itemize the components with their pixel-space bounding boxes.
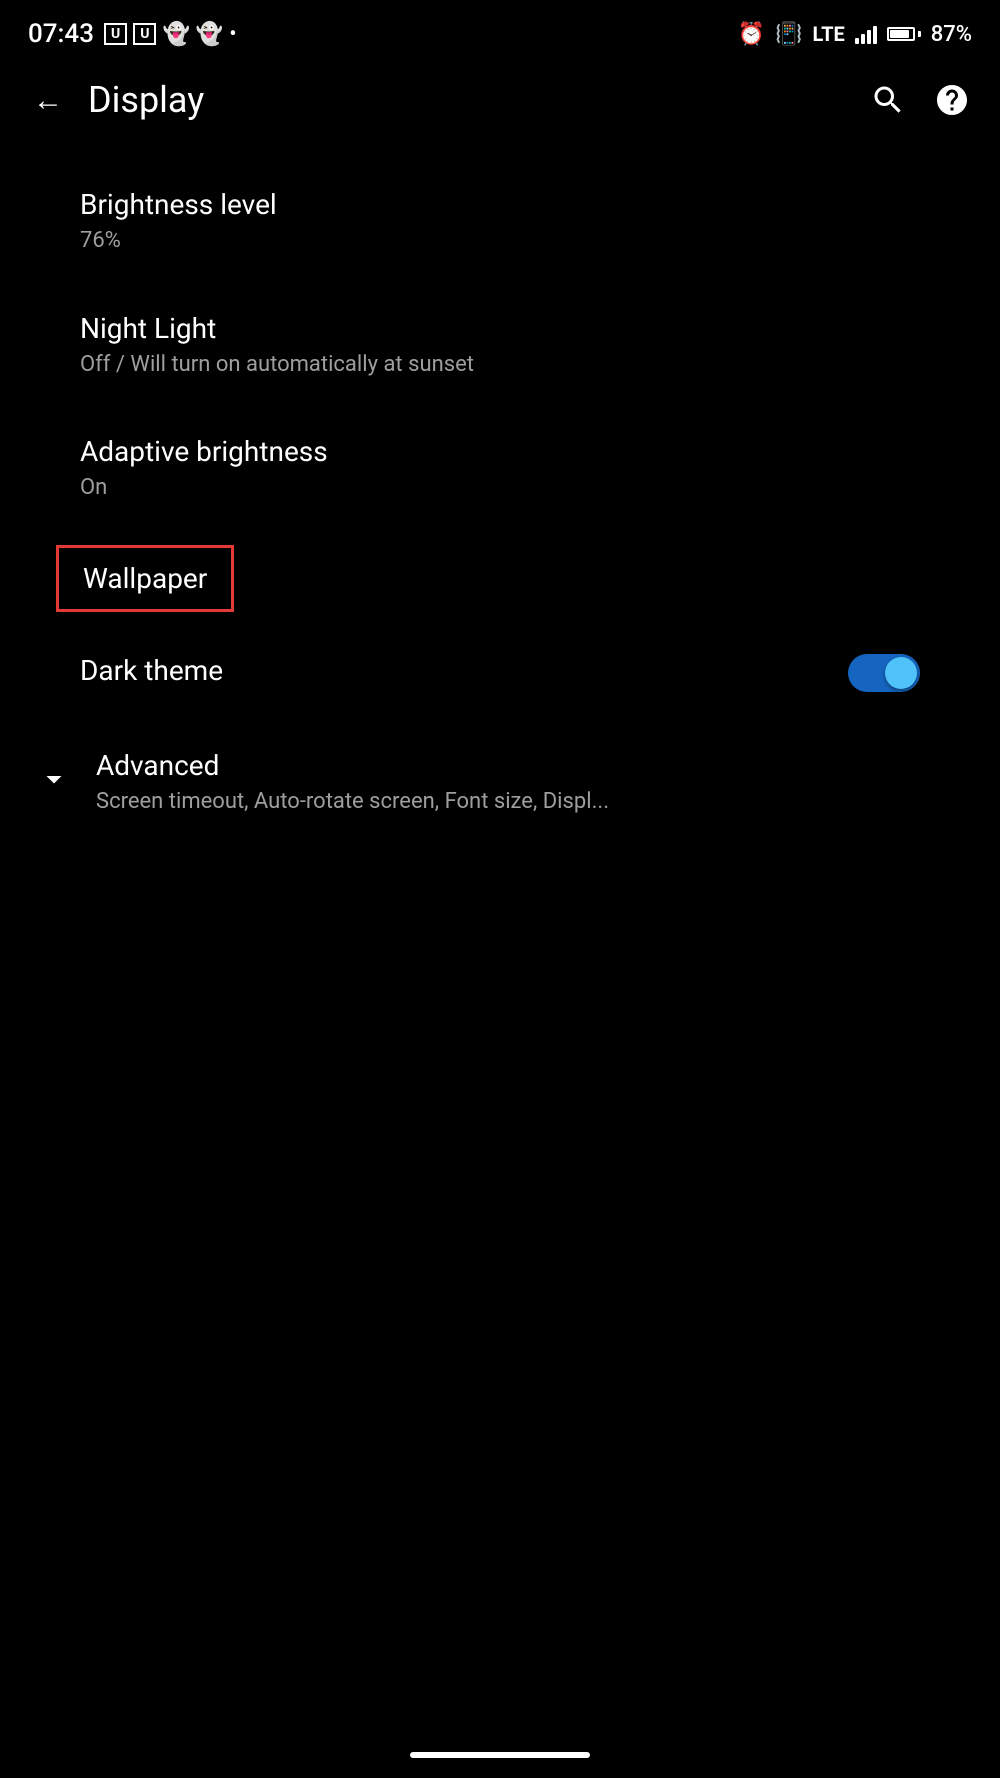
snapchat-icon-2: 👻 (196, 22, 223, 47)
battery-percent: 87% (931, 22, 972, 47)
signal-bars (855, 24, 877, 44)
search-button[interactable] (864, 76, 912, 124)
toggle-thumb (885, 657, 917, 689)
status-bar-left: 07:43 U U 👻 👻 • (28, 19, 237, 49)
signal-bar-2 (861, 34, 865, 44)
status-bar-right: ⏰ 📳 LTE 87% (738, 22, 972, 47)
signal-bar-1 (855, 38, 859, 44)
dark-theme-title: Dark theme (80, 654, 848, 687)
status-app-icons: U U 👻 👻 • (104, 22, 237, 47)
night-light-setting[interactable]: Night Light Off / Will turn on automatic… (0, 284, 1000, 408)
home-indicator (410, 1752, 590, 1758)
advanced-setting[interactable]: Advanced Screen timeout, Auto-rotate scr… (0, 721, 1000, 845)
battery-fill (890, 30, 909, 38)
brightness-value: 76% (80, 227, 920, 256)
wallpaper-highlight-box: Wallpaper (56, 545, 234, 612)
snapchat-icon-1: 👻 (162, 22, 189, 47)
app-bar: ← Display (0, 60, 1000, 140)
dark-theme-setting[interactable]: Dark theme (0, 626, 1000, 721)
status-time: 07:43 (28, 19, 94, 49)
lte-label: LTE (813, 22, 845, 46)
signal-bar-4 (873, 26, 877, 44)
dark-theme-toggle[interactable] (848, 654, 920, 692)
brightness-title: Brightness level (80, 188, 920, 221)
app-icon-u2: U (133, 23, 156, 45)
app-icon-u1: U (104, 23, 127, 45)
brightness-setting[interactable]: Brightness level 76% (0, 160, 1000, 284)
dark-theme-left: Dark theme (80, 654, 848, 693)
dot-icon: • (229, 22, 236, 47)
back-button[interactable]: ← (24, 76, 72, 124)
help-button[interactable] (928, 76, 976, 124)
advanced-title: Advanced (96, 749, 920, 782)
search-icon (870, 82, 906, 118)
battery-tip (918, 31, 921, 37)
signal-bar-3 (867, 30, 871, 44)
advanced-subtitle: Screen timeout, Auto-rotate screen, Font… (96, 788, 920, 817)
adaptive-brightness-value: On (80, 474, 920, 503)
toggle-track (848, 654, 920, 692)
adaptive-brightness-setting[interactable]: Adaptive brightness On (0, 407, 1000, 531)
chevron-down-icon (36, 761, 72, 797)
night-light-subtitle: Off / Will turn on automatically at suns… (80, 351, 920, 380)
advanced-content: Advanced Screen timeout, Auto-rotate scr… (80, 749, 920, 817)
help-icon (934, 82, 970, 118)
wallpaper-setting[interactable]: Wallpaper (0, 531, 1000, 626)
app-bar-actions (864, 76, 976, 124)
advanced-chevron-icon (28, 753, 80, 805)
status-bar: 07:43 U U 👻 👻 • ⏰ 📳 LTE (0, 0, 1000, 60)
battery-icon (887, 27, 921, 41)
vibrate-icon: 📳 (775, 22, 802, 47)
settings-list: Brightness level 76% Night Light Off / W… (0, 140, 1000, 864)
page-title: Display (88, 79, 864, 121)
wallpaper-title: Wallpaper (83, 562, 207, 595)
night-light-title: Night Light (80, 312, 920, 345)
battery-body (887, 27, 915, 41)
back-arrow-icon: ← (33, 83, 63, 118)
alarm-icon: ⏰ (738, 22, 765, 47)
adaptive-brightness-title: Adaptive brightness (80, 435, 920, 468)
